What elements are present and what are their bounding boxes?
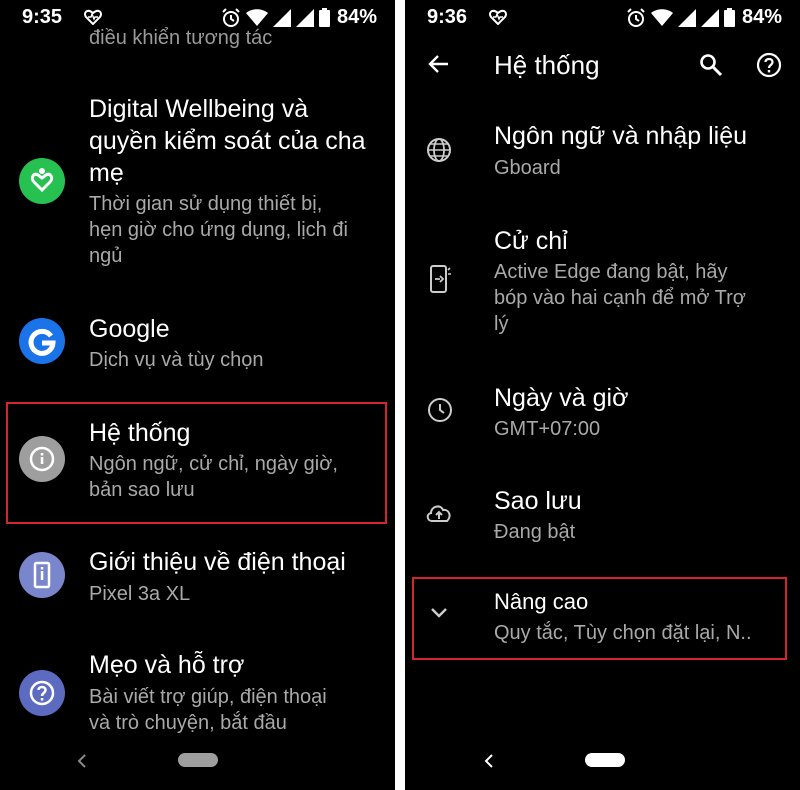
item-subtitle-line: lý: [494, 313, 509, 335]
settings-item-about-phone[interactable]: Giới thiệu về điện thoại Pixel 3a XL: [0, 543, 395, 613]
chevron-down-icon: [431, 608, 447, 618]
cutoff-subtitle: điều khiển tương tác: [89, 27, 273, 49]
status-time: 9:35: [22, 6, 63, 28]
item-subtitle-line: bóp vào hai cạnh để mở Trợ: [494, 287, 746, 309]
phone-icon: [19, 552, 65, 598]
gesture-phone-icon: [430, 265, 451, 293]
settings-item-digital-wellbeing[interactable]: Digital Wellbeing và quyền kiểm soát của…: [0, 90, 395, 275]
signal-icon: [272, 8, 291, 27]
item-subtitle-line: hẹn giờ cho ứng dụng, lịch đi: [89, 219, 348, 241]
battery-percentage: 84%: [741, 6, 782, 28]
settings-item-date-time[interactable]: Ngày và giờ GMT+07:00: [405, 380, 800, 448]
item-subtitle: Dịch vụ và tùy chọn: [89, 349, 264, 371]
clock-icon: [428, 398, 452, 422]
settings-item-backup[interactable]: Sao lưu Đang bật: [405, 483, 800, 551]
heart-monitor-icon: [84, 9, 102, 25]
item-title: Hệ thống: [89, 419, 191, 447]
globe-icon: [427, 138, 451, 162]
item-subtitle: Quy tắc, Tùy chọn đặt lại, N..: [494, 622, 752, 644]
item-subtitle-line: Active Edge đang bật, hãy: [494, 261, 728, 283]
digital-wellbeing-icon: [19, 158, 65, 204]
item-title: Nâng cao: [494, 589, 589, 614]
status-bar: 9:36 84%: [405, 0, 800, 34]
back-arrow-icon[interactable]: [428, 53, 450, 75]
signal-2-icon: [295, 8, 314, 27]
wifi-icon: [245, 8, 268, 26]
item-title-line: Digital Wellbeing và: [89, 95, 309, 123]
right-phone-screen: 9:36 84% Hệ thống Ngôn ngữ và nhập liệu …: [405, 0, 800, 790]
nav-back-icon[interactable]: [483, 753, 495, 769]
info-icon: [19, 436, 65, 482]
cloud-upload-icon: [426, 505, 451, 522]
item-subtitle-line: Bài viết trợ giúp, điện thoại: [89, 686, 327, 708]
signal-icon: [677, 8, 696, 27]
item-title: Google: [89, 315, 170, 343]
item-title: Ngày và giờ: [494, 384, 629, 412]
settings-item-tips-support[interactable]: Mẹo và hỗ trợ Bài viết trợ giúp, điện th…: [0, 646, 395, 741]
left-phone-screen: 9:35 84% điều khiển tương tác Digital We…: [0, 0, 395, 790]
settings-item-language-input[interactable]: Ngôn ngữ và nhập liệu Gboard: [405, 120, 800, 188]
status-time: 9:36: [427, 6, 468, 28]
item-subtitle-line: ngủ: [89, 245, 123, 267]
heart-monitor-icon: [489, 9, 507, 25]
item-subtitle-line: Thời gian sử dụng thiết bị,: [89, 193, 323, 215]
item-subtitle: Đang bật: [494, 521, 576, 543]
nav-home-pill[interactable]: [585, 753, 625, 767]
battery-percentage: 84%: [336, 6, 377, 28]
page-title: Hệ thống: [494, 50, 600, 80]
item-subtitle-line: bản sao lưu: [89, 479, 195, 501]
search-icon[interactable]: [699, 53, 723, 77]
item-subtitle: Pixel 3a XL: [89, 583, 191, 605]
item-title-line: mẹ: [89, 159, 124, 187]
item-title: Mẹo và hỗ trợ: [89, 651, 245, 679]
settings-item-google[interactable]: Google Dịch vụ và tùy chọn: [0, 310, 395, 380]
settings-item-gestures[interactable]: Cử chỉ Active Edge đang bật, hãy bóp vào…: [405, 223, 800, 343]
settings-item-advanced[interactable]: Nâng cao Quy tắc, Tùy chọn đặt lại, N..: [405, 588, 800, 650]
item-title: Giới thiệu về điện thoại: [89, 548, 346, 576]
item-title: Ngôn ngữ và nhập liệu: [494, 122, 748, 150]
battery-icon: [318, 8, 330, 27]
item-subtitle: GMT+07:00: [494, 418, 601, 440]
battery-icon: [723, 8, 735, 27]
help-icon[interactable]: [756, 52, 782, 78]
nav-home-pill[interactable]: [178, 753, 218, 767]
item-subtitle-line: Ngôn ngữ, cử chỉ, ngày giờ,: [89, 453, 338, 475]
google-icon: [19, 318, 65, 364]
item-title-line: quyền kiểm soát của cha: [89, 127, 366, 155]
help-icon: [19, 670, 65, 716]
item-title: Sao lưu: [494, 487, 582, 515]
wifi-icon: [650, 8, 673, 26]
item-subtitle: Gboard: [494, 157, 561, 179]
alarm-icon: [627, 7, 645, 27]
item-title: Cử chỉ: [494, 227, 568, 255]
nav-back-icon[interactable]: [76, 753, 88, 769]
item-subtitle-line: và trò chuyện, bắt đầu: [89, 712, 287, 734]
settings-item-system[interactable]: Hệ thống Ngôn ngữ, cử chỉ, ngày giờ, bản…: [0, 413, 395, 513]
signal-2-icon: [700, 8, 719, 27]
